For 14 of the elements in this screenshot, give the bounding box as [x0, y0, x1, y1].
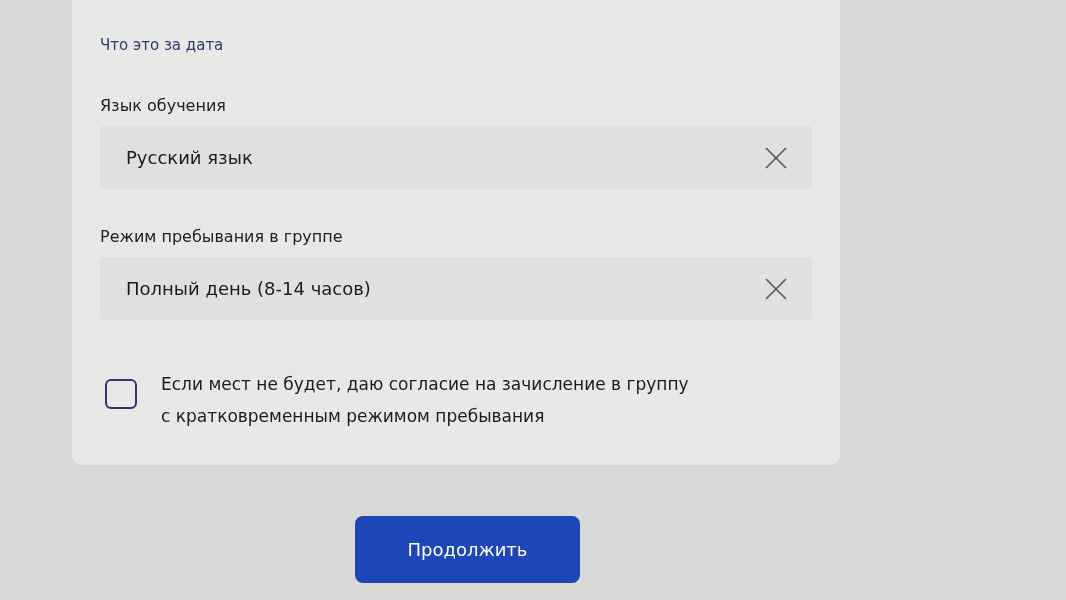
field-label: Язык обучения: [100, 96, 226, 116]
close-icon: [765, 146, 787, 169]
close-icon: [765, 277, 787, 300]
field-value: Полный день (8-14 часов): [126, 278, 372, 299]
field-label: Режим пребывания в группе: [100, 227, 343, 247]
select-field[interactable]: Полный день (8-14 часов): [100, 257, 812, 320]
clear-button[interactable]: [764, 276, 788, 301]
clear-button[interactable]: [764, 145, 788, 170]
select-field[interactable]: Русский язык: [100, 126, 812, 189]
field-value: Русский язык: [126, 147, 254, 168]
consent-text: Если мест не будет, даю согласие на зачисление в группу с кратковременным режимом пребывания: [161, 373, 690, 428]
what-is-this-date-link[interactable]: Что это за дата: [100, 35, 224, 55]
continue-button[interactable]: Продолжить: [355, 516, 580, 583]
checkbox[interactable]: [105, 379, 137, 409]
